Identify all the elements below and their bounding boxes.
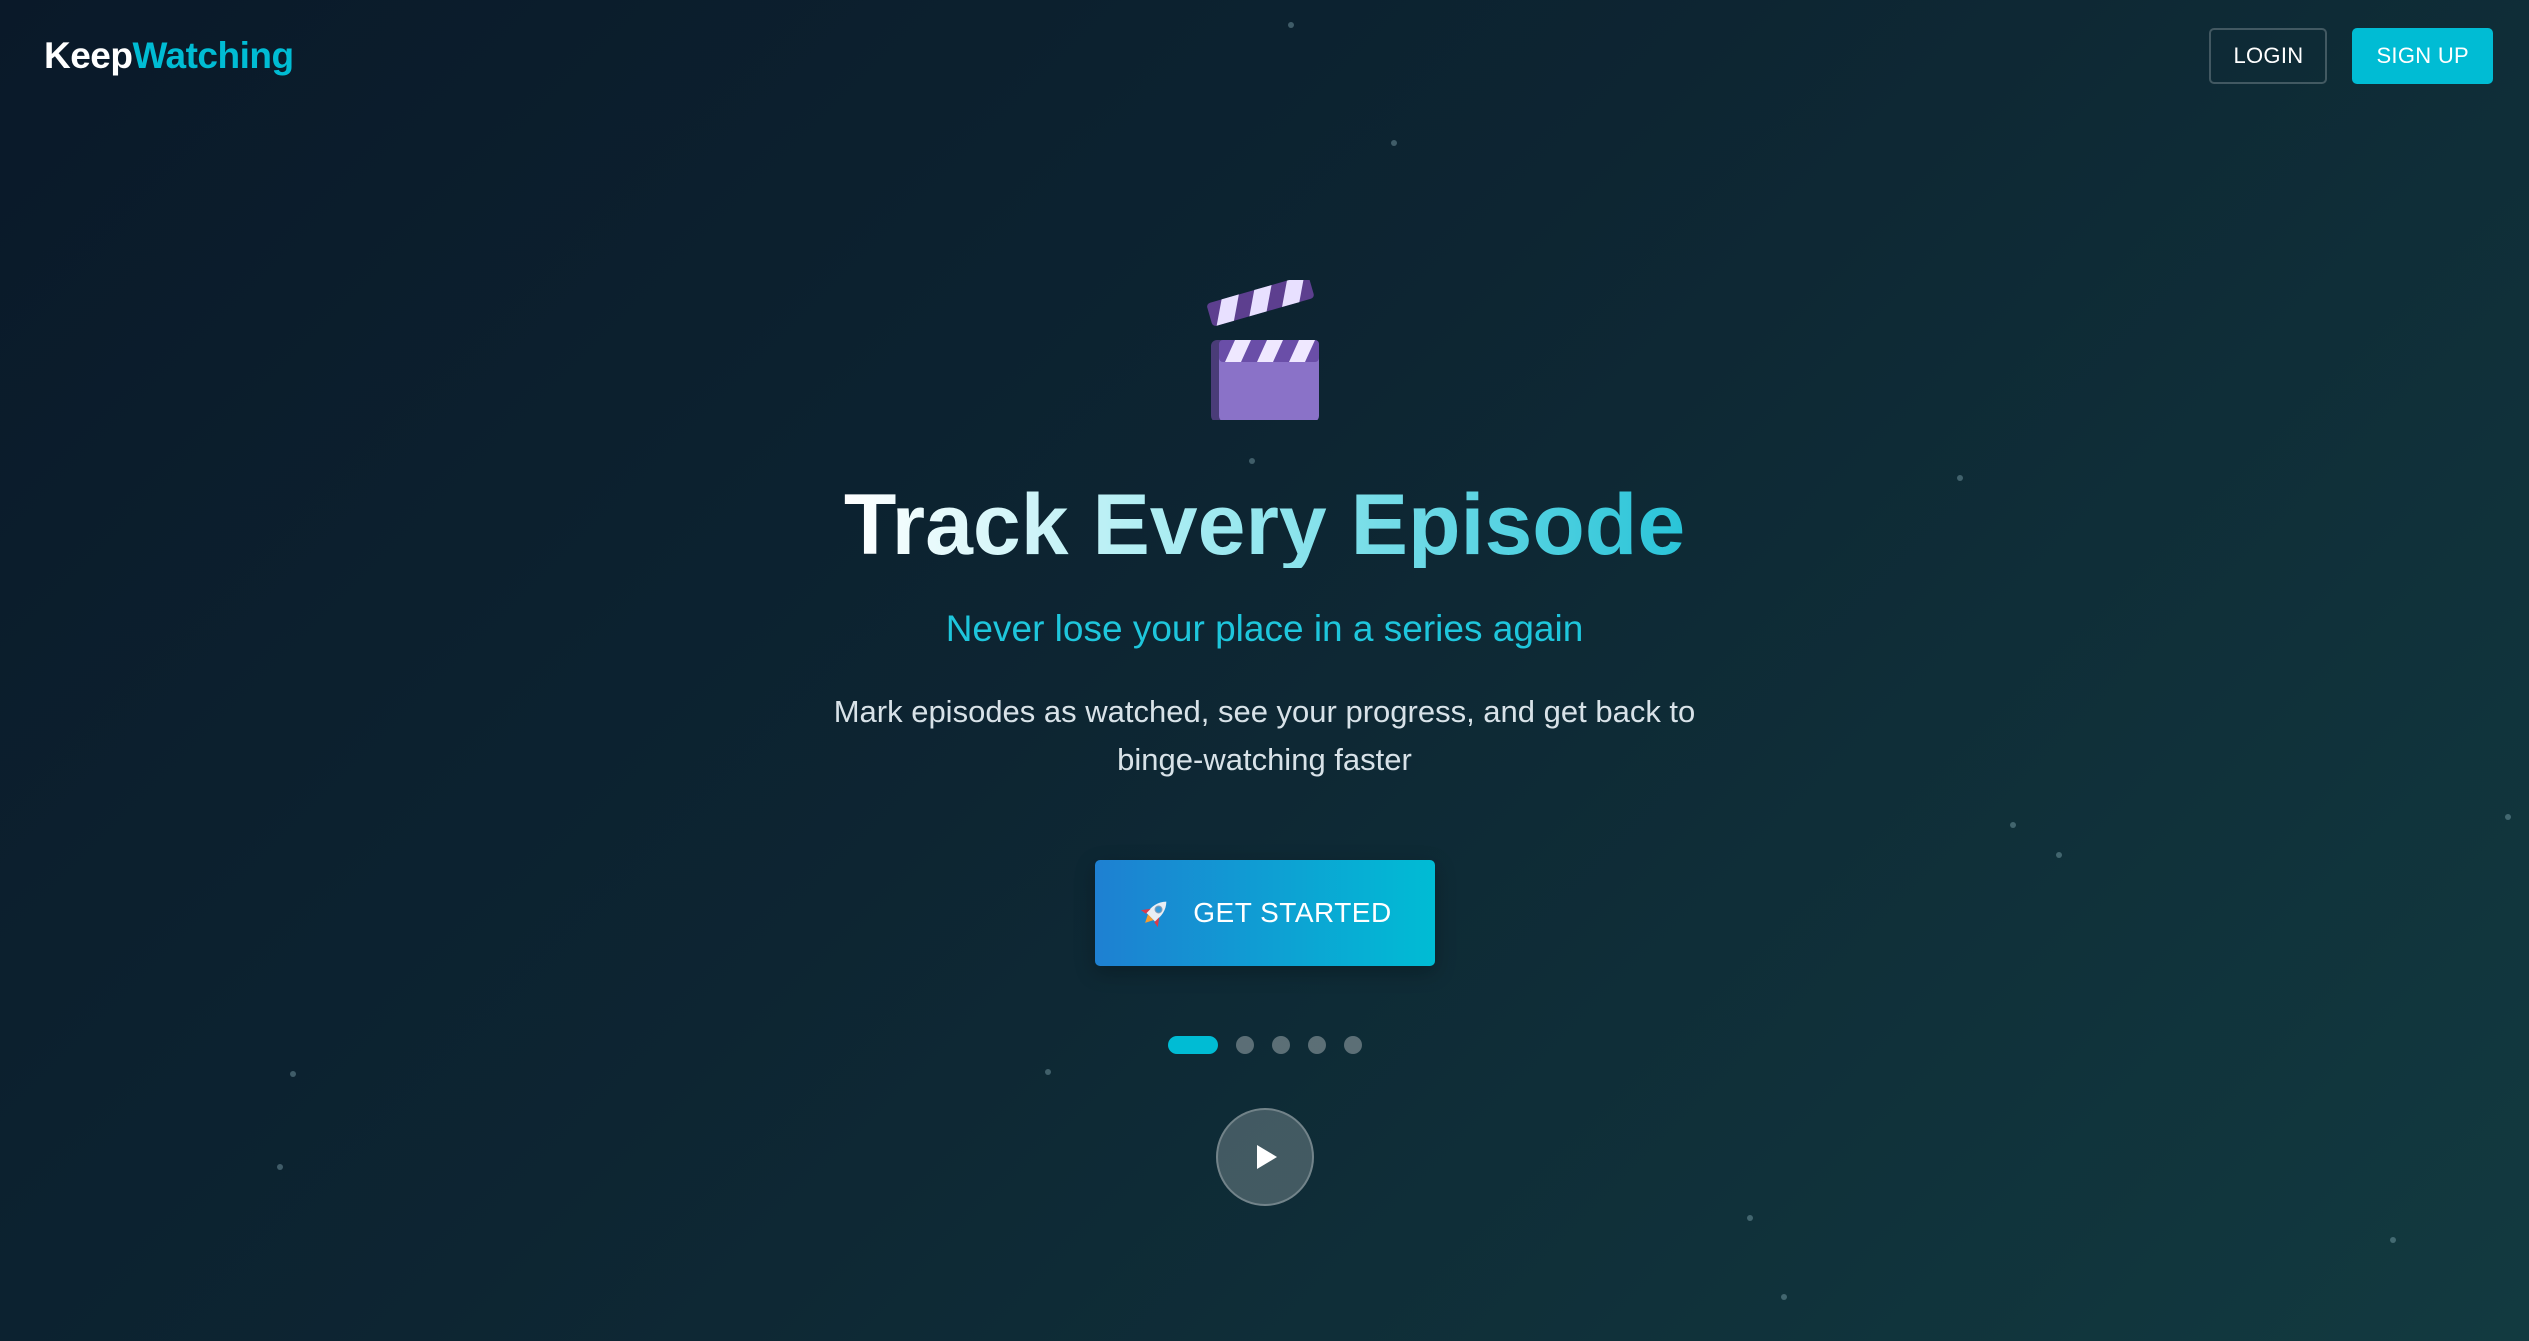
carousel-dot-2[interactable] [1235,1036,1254,1054]
logo-keep: Keep [44,35,133,76]
clapperboard-icon [1206,280,1319,420]
app-logo[interactable]: KeepWatching [44,35,294,77]
carousel-dot-5[interactable] [1343,1036,1362,1054]
logo-watching: Watching [132,35,294,76]
login-button[interactable]: LOGIN [2209,28,2328,84]
hero-subtitle: Never lose your place in a series again [945,608,1584,649]
carousel-indicators [1167,1036,1362,1054]
signup-button[interactable]: SIGN UP [2352,28,2493,84]
auth-buttons: LOGIN SIGN UP [2209,28,2493,84]
rocket-icon [1141,901,1167,928]
get-started-button[interactable]: GET STARTED [1094,860,1435,966]
hero-title: Track Every Episode [843,477,1686,573]
get-started-label: GET STARTED [1193,897,1392,928]
hero-section: Track Every Episode Never lose your plac… [0,280,2529,1206]
play-button[interactable] [1215,1108,1314,1206]
play-icon [1256,1145,1277,1169]
top-nav: KeepWatching LOGIN SIGN UP [0,0,2529,112]
carousel-dot-4[interactable] [1307,1036,1326,1054]
carousel-dot-3[interactable] [1271,1036,1290,1054]
hero-description: Mark episodes as watched, see your progr… [833,694,1696,777]
carousel-dot-1[interactable] [1167,1036,1218,1054]
